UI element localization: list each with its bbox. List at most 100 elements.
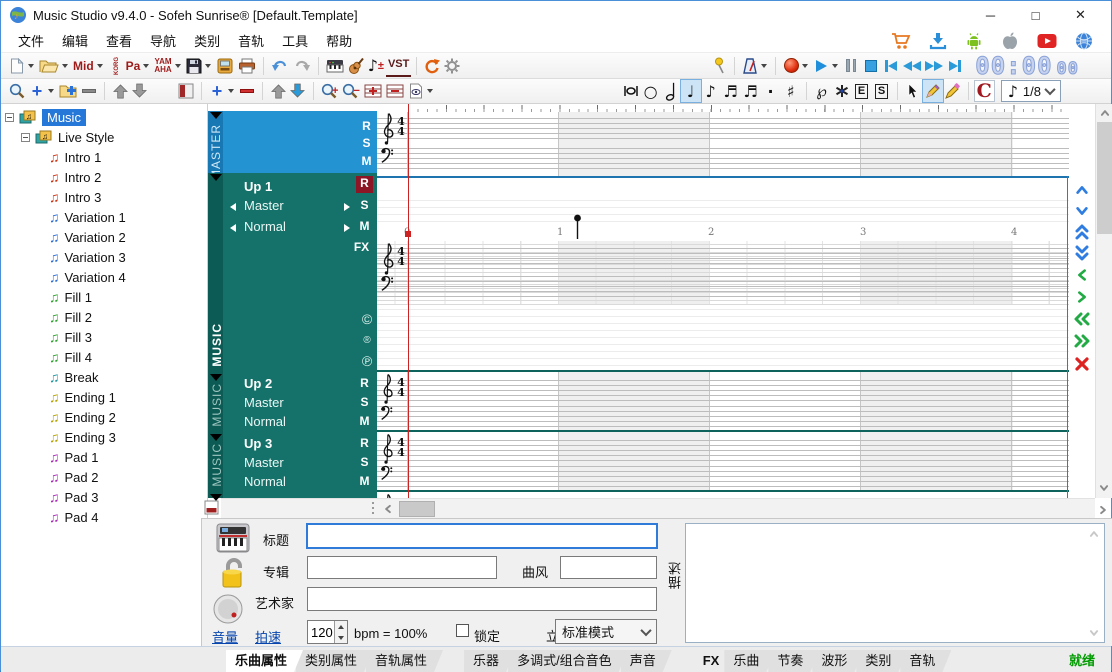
download-icon[interactable] <box>929 32 947 50</box>
step-back-button[interactable] <box>881 55 901 77</box>
tab-instrument[interactable]: 乐器 <box>464 650 515 672</box>
grid-add-button[interactable] <box>362 80 384 102</box>
new-file-dropdown[interactable] <box>28 64 34 68</box>
collapse-icon[interactable] <box>21 133 30 142</box>
tab-song[interactable]: 乐曲 <box>724 650 775 672</box>
transpose-button[interactable]: ♪± <box>366 55 386 77</box>
volume-link[interactable]: 音量 <box>212 627 238 646</box>
guitar-button[interactable] <box>346 55 366 77</box>
nav-left-button[interactable] <box>1072 264 1092 286</box>
scroll-right-icon[interactable] <box>1095 501 1112 518</box>
scroll-down-icon[interactable] <box>1096 480 1112 497</box>
scroll-up-icon[interactable] <box>1096 104 1112 121</box>
note-eighth-button[interactable]: ♪ <box>701 80 721 102</box>
nav-start-button[interactable] <box>1072 308 1092 330</box>
apple-icon[interactable] <box>1001 32 1019 50</box>
title-input[interactable] <box>307 524 657 548</box>
nav-top-button[interactable] <box>1071 222 1093 242</box>
import-yamaha-button[interactable]: YAMAHA <box>152 55 173 77</box>
description-textarea[interactable] <box>685 523 1105 643</box>
fast-forward-button[interactable] <box>923 55 945 77</box>
pedal-button[interactable]: ℘ <box>812 80 832 102</box>
tree-item-intro-1[interactable]: ♫Intro 1 <box>1 147 207 167</box>
copyright-icon[interactable]: © <box>358 311 376 327</box>
track-down-button[interactable] <box>288 80 308 102</box>
play-button[interactable] <box>811 55 831 77</box>
tree-item-intro-3[interactable]: ♫Intro 3 <box>1 187 207 207</box>
minimize-button[interactable]: ─ <box>968 2 1013 28</box>
note-value-select[interactable]: ♪ 1/8 <box>1001 80 1061 102</box>
track-bank[interactable]: Master <box>244 395 284 410</box>
tab-category-props[interactable]: 类别属性 <box>296 650 373 672</box>
bank-prev-icon[interactable] <box>230 203 236 211</box>
menu-view[interactable]: 查看 <box>97 29 141 52</box>
print-button[interactable] <box>236 55 258 77</box>
playhead-cursor[interactable] <box>408 104 409 498</box>
track-record-button[interactable]: R <box>356 376 373 390</box>
tree-item-fill-4[interactable]: ♫Fill 4 <box>1 347 207 367</box>
add-track-dropdown[interactable] <box>228 89 234 93</box>
open-file-dropdown[interactable] <box>62 64 68 68</box>
step-forward-button[interactable] <box>945 55 965 77</box>
scrollbar-thumb[interactable] <box>1097 122 1112 234</box>
youtube-icon[interactable] <box>1037 33 1057 49</box>
tree-item-fill-3[interactable]: ♫Fill 3 <box>1 327 207 347</box>
move-down-button[interactable] <box>130 80 150 102</box>
sharp-button[interactable]: ♯ <box>781 80 801 102</box>
collapse-track-icon[interactable] <box>210 112 222 119</box>
tree-item-pad-2[interactable]: ♫Pad 2 <box>1 467 207 487</box>
track-mode[interactable]: Normal <box>244 474 286 489</box>
rewind-button[interactable] <box>901 55 923 77</box>
note-whole-button[interactable]: ○ <box>641 80 661 102</box>
track-record-button[interactable]: R <box>356 436 373 450</box>
view-options-dropdown[interactable] <box>427 89 433 93</box>
menu-edit[interactable]: 编辑 <box>53 29 97 52</box>
record-dropdown[interactable] <box>802 64 808 68</box>
note-breve-button[interactable] <box>621 80 641 102</box>
tree-item-live-style[interactable]: Live Style <box>1 127 207 147</box>
tree-item-pad-3[interactable]: ♫Pad 3 <box>1 487 207 507</box>
track-solo-button[interactable]: S <box>356 455 373 469</box>
android-icon[interactable] <box>965 32 983 50</box>
tempo-input[interactable] <box>308 621 334 643</box>
tree-item-fill-2[interactable]: ♫Fill 2 <box>1 307 207 327</box>
note-sixteenth-button[interactable]: ♬ <box>721 80 741 102</box>
eraser-tool-button[interactable] <box>943 80 963 102</box>
tab-song-props[interactable]: 乐曲属性 <box>226 650 303 672</box>
new-file-button[interactable] <box>7 55 27 77</box>
shop-cart-icon[interactable] <box>891 32 911 50</box>
phonogram-icon[interactable]: ℗ <box>358 353 376 369</box>
tree-item-variation-2[interactable]: ♫Variation 2 <box>1 227 207 247</box>
add-category-button[interactable]: + <box>27 80 47 102</box>
tempo-up-icon[interactable] <box>335 621 347 632</box>
page-marker-icon[interactable] <box>204 500 219 515</box>
import-midi-button[interactable]: Mid <box>71 55 96 77</box>
refresh-button[interactable] <box>422 55 442 77</box>
media-library-button[interactable] <box>214 55 236 77</box>
microphone-button[interactable] <box>709 55 729 77</box>
find-button[interactable] <box>7 80 27 102</box>
tree-item-ending-1[interactable]: ♫Ending 1 <box>1 387 207 407</box>
close-button[interactable]: ✕ <box>1058 2 1103 28</box>
tree-item-fill-1[interactable]: ♫Fill 1 <box>1 287 207 307</box>
tree-item-break[interactable]: ♫Break <box>1 367 207 387</box>
track-header-up2[interactable]: MUSIC Up 2 Master Normal R S M <box>208 373 377 433</box>
track-fx-button[interactable]: FX <box>353 240 370 254</box>
lock-tempo-checkbox[interactable] <box>456 624 469 637</box>
master-track-header[interactable]: MASTER R S M <box>208 111 377 173</box>
track-solo-button[interactable]: S <box>356 395 373 409</box>
import-midi-dropdown[interactable] <box>97 64 103 68</box>
splitter-handle[interactable] <box>370 501 376 517</box>
symbol-button[interactable]: S <box>872 80 892 102</box>
track-header-up1[interactable]: Up 1 Master Normal R S M FX © ® ℗ MUSIC <box>208 173 377 373</box>
play-dropdown[interactable] <box>832 64 838 68</box>
mode-prev-icon[interactable] <box>230 224 236 232</box>
registered-icon[interactable]: ® <box>358 335 376 346</box>
track-bank[interactable]: Master <box>244 198 284 213</box>
tree-item-ending-3[interactable]: ♫Ending 3 <box>1 427 207 447</box>
tree-item-pad-1[interactable]: ♫Pad 1 <box>1 447 207 467</box>
master-solo-button[interactable]: S <box>358 136 375 150</box>
save-button[interactable] <box>184 55 204 77</box>
tree-item-ending-2[interactable]: ♫Ending 2 <box>1 407 207 427</box>
menu-file[interactable]: 文件 <box>9 29 53 52</box>
